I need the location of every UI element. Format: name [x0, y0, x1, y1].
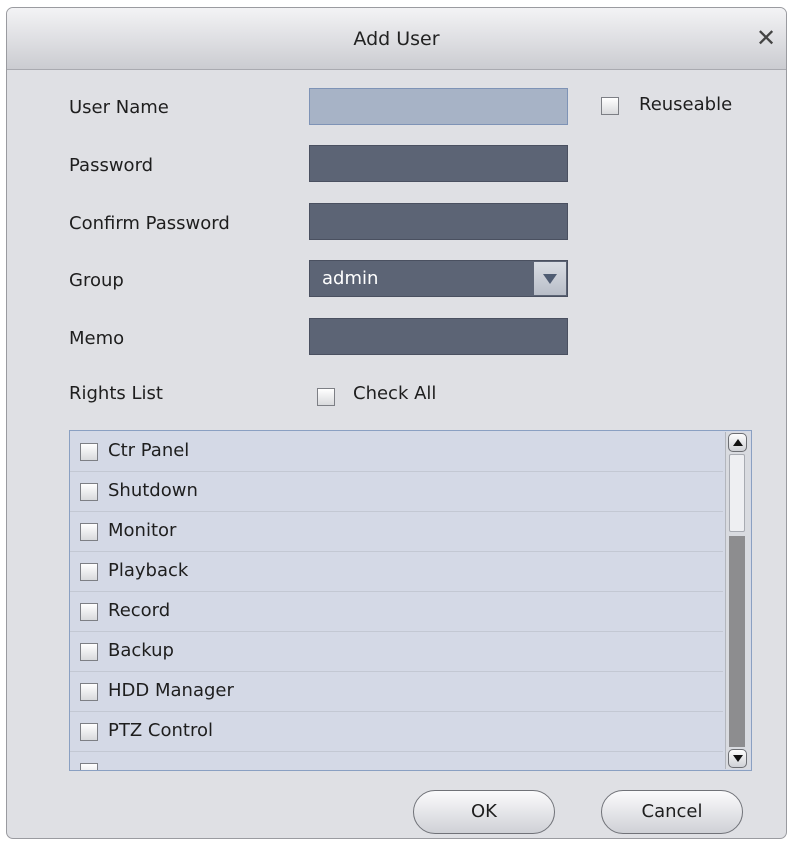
- group-select[interactable]: admin: [309, 260, 568, 297]
- scroll-up-arrow-icon[interactable]: [728, 433, 747, 452]
- group-selected-value: admin: [322, 268, 379, 289]
- dialog-titlebar: Add User ✕: [7, 8, 786, 70]
- rights-list-item[interactable]: PTZ Control: [70, 712, 723, 752]
- rights-list: Ctr Panel Shutdown Monitor Playback Reco…: [70, 432, 723, 770]
- right-label: Backup: [108, 640, 174, 661]
- close-icon[interactable]: ✕: [752, 24, 780, 52]
- right-checkbox[interactable]: [80, 563, 98, 581]
- rights-list-item[interactable]: [70, 752, 723, 770]
- right-label: Monitor: [108, 520, 177, 541]
- chevron-down-icon[interactable]: [534, 262, 566, 295]
- right-label: Shutdown: [108, 480, 198, 501]
- rights-list-item[interactable]: Backup: [70, 632, 723, 672]
- right-label: Record: [108, 600, 171, 621]
- right-checkbox[interactable]: [80, 763, 98, 770]
- right-checkbox[interactable]: [80, 643, 98, 661]
- confirm-password-label: Confirm Password: [69, 213, 230, 234]
- right-label: HDD Manager: [108, 680, 234, 701]
- rights-list-item[interactable]: Playback: [70, 552, 723, 592]
- right-label: PTZ Control: [108, 720, 213, 741]
- password-label: Password: [69, 155, 154, 176]
- password-input[interactable]: [309, 145, 568, 182]
- right-checkbox[interactable]: [80, 443, 98, 461]
- right-label: Playback: [108, 560, 189, 581]
- right-checkbox[interactable]: [80, 603, 98, 621]
- right-checkbox[interactable]: [80, 683, 98, 701]
- scrollbar-thumb[interactable]: [729, 454, 745, 532]
- reuseable-label: Reuseable: [639, 94, 733, 115]
- memo-input[interactable]: [309, 318, 568, 355]
- rights-list-label: Rights List: [69, 383, 163, 404]
- rights-list-scrollbar[interactable]: [725, 432, 750, 769]
- check-all-checkbox[interactable]: [317, 388, 335, 406]
- rights-list-item[interactable]: Record: [70, 592, 723, 632]
- right-checkbox[interactable]: [80, 723, 98, 741]
- rights-list-item[interactable]: Ctr Panel: [70, 432, 723, 472]
- ok-button[interactable]: OK: [413, 790, 555, 834]
- check-all-label: Check All: [353, 383, 437, 404]
- rights-list-item[interactable]: Monitor: [70, 512, 723, 552]
- user-name-input[interactable]: [309, 88, 568, 125]
- right-checkbox[interactable]: [80, 483, 98, 501]
- confirm-password-input[interactable]: [309, 203, 568, 240]
- rights-list-panel: Ctr Panel Shutdown Monitor Playback Reco…: [69, 430, 752, 771]
- right-checkbox[interactable]: [80, 523, 98, 541]
- memo-label: Memo: [69, 328, 125, 349]
- scroll-down-arrow-icon[interactable]: [728, 749, 747, 768]
- cancel-button[interactable]: Cancel: [601, 790, 743, 834]
- dialog-title: Add User: [353, 28, 440, 50]
- rights-list-item[interactable]: HDD Manager: [70, 672, 723, 712]
- add-user-dialog: Add User ✕ User Name Reuseable Password …: [6, 7, 787, 839]
- rights-list-item[interactable]: Shutdown: [70, 472, 723, 512]
- group-label: Group: [69, 270, 124, 291]
- right-label: Ctr Panel: [108, 440, 190, 461]
- reuseable-checkbox[interactable]: [601, 97, 619, 115]
- scrollbar-track[interactable]: [729, 536, 745, 747]
- user-name-label: User Name: [69, 97, 169, 118]
